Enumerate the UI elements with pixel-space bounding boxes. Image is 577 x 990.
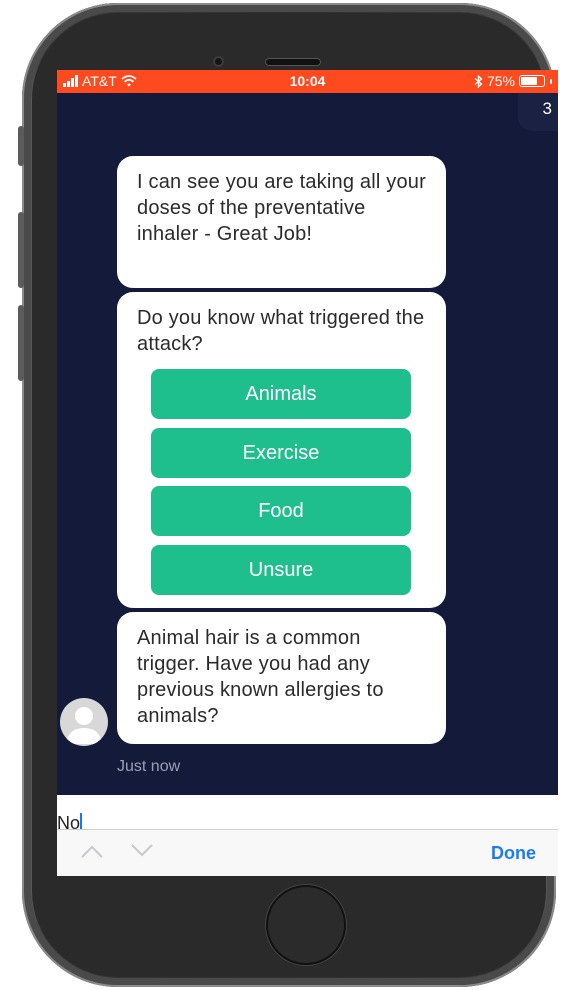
bluetooth-icon bbox=[474, 74, 483, 88]
message-text: Animal hair is a common trigger. Have yo… bbox=[137, 627, 384, 727]
earpiece-speaker bbox=[265, 58, 321, 66]
app-screen: AT&T 10:04 75% 3 I can see you are takin… bbox=[57, 70, 558, 876]
status-bar: AT&T 10:04 75% bbox=[57, 70, 558, 93]
option-food-button[interactable]: Food bbox=[151, 486, 411, 536]
done-button[interactable]: Done bbox=[491, 843, 536, 864]
input-value: No bbox=[57, 813, 81, 829]
message-input[interactable]: No bbox=[57, 795, 558, 830]
message-text: I can see you are taking all your doses … bbox=[137, 171, 426, 245]
chat-bubble-inhaler: I can see you are taking all your doses … bbox=[117, 156, 446, 288]
battery-tip bbox=[550, 78, 552, 84]
option-animals-button[interactable]: Animals bbox=[151, 369, 411, 419]
chevron-up-icon[interactable] bbox=[81, 844, 103, 858]
message-input-text[interactable]: No bbox=[57, 809, 83, 829]
front-camera bbox=[213, 56, 224, 67]
battery-percentage: 75% bbox=[486, 73, 515, 89]
message-timestamp: Just now bbox=[117, 758, 181, 775]
option-exercise-button[interactable]: Exercise bbox=[151, 428, 411, 478]
chat-bubble-trigger-question: Do you know what triggered the attack? A… bbox=[117, 292, 446, 608]
mute-switch bbox=[18, 126, 24, 166]
status-right: 75% bbox=[474, 73, 552, 89]
volume-down-button bbox=[18, 305, 24, 381]
battery-icon bbox=[519, 75, 545, 87]
chat-bubble-animal-hair: Animal hair is a common trigger. Have yo… bbox=[117, 612, 446, 744]
chevron-down-icon[interactable] bbox=[131, 844, 153, 858]
keyboard-toolbar: Done bbox=[57, 830, 558, 876]
message-text: Do you know what triggered the attack? bbox=[137, 307, 425, 355]
home-button[interactable] bbox=[266, 885, 346, 965]
user-avatar-icon bbox=[60, 698, 108, 746]
battery-level bbox=[521, 77, 537, 85]
option-unsure-button[interactable]: Unsure bbox=[151, 545, 411, 595]
notification-badge[interactable]: 3 bbox=[518, 93, 558, 131]
text-caret bbox=[80, 813, 83, 829]
volume-up-button bbox=[18, 212, 24, 288]
